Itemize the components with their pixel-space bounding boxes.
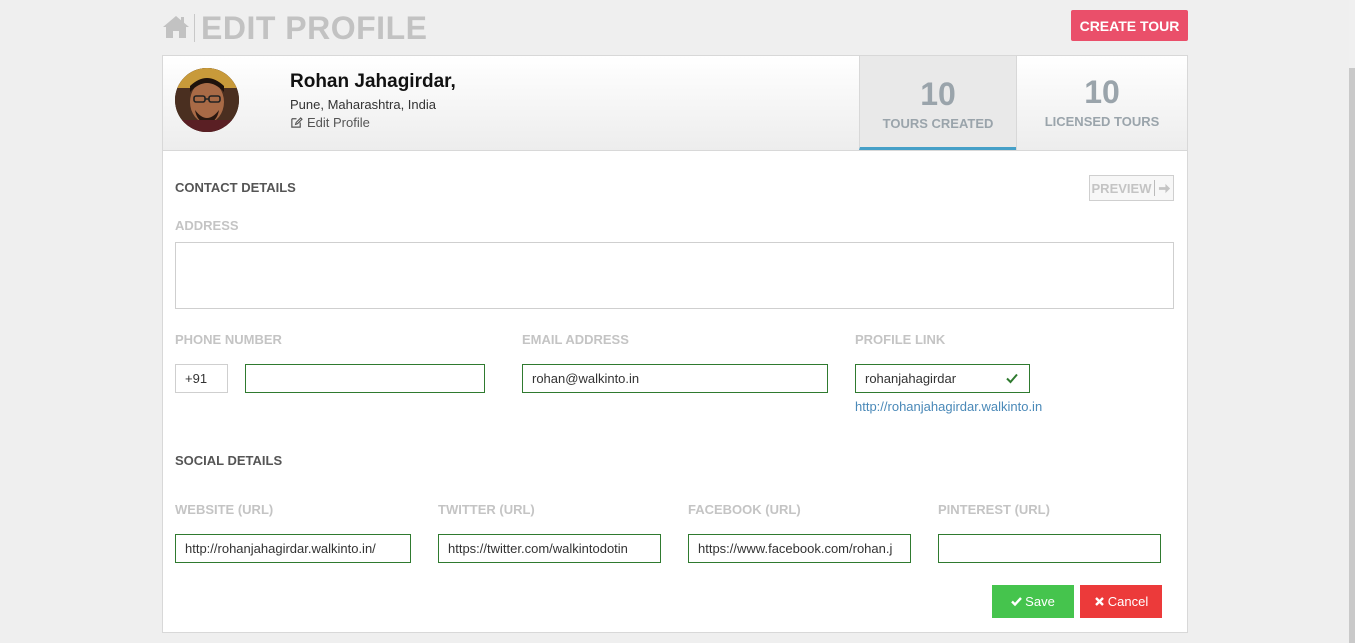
scrollbar-thumb[interactable] [1349,68,1355,643]
tours-created-count: 10 [920,76,956,112]
profile-link-field[interactable] [855,364,1030,393]
website-url-field[interactable] [175,534,411,563]
facebook-url-field[interactable] [688,534,911,563]
facebook-url-label: FACEBOOK (URL) [688,502,801,517]
profile-link-label: PROFILE LINK [855,332,946,347]
address-field[interactable] [175,242,1174,309]
profile-url-link[interactable]: http://rohanjahagirdar.walkinto.in [855,399,1042,414]
twitter-url-field[interactable] [438,534,661,563]
top-bar: EDIT PROFILE CREATE TOUR [162,10,1188,46]
tab-licensed-tours[interactable]: 10 LICENSED TOURS [1016,56,1187,150]
licensed-tours-count: 10 [1084,74,1120,110]
user-location: Pune, Maharashtra, India [290,97,436,112]
cancel-button[interactable]: Cancel [1080,585,1162,618]
edit-icon [291,117,303,128]
cancel-label: Cancel [1107,594,1149,609]
profile-card: Rohan Jahagirdar, Pune, Maharashtra, Ind… [162,55,1188,633]
preview-button[interactable]: PREVIEW [1089,175,1174,201]
preview-separator [1154,180,1156,196]
save-button[interactable]: Save [992,585,1074,618]
user-name: Rohan Jahagirdar, [290,71,456,92]
twitter-url-label: TWITTER (URL) [438,502,535,517]
social-details-heading: SOCIAL DETAILS [175,453,283,468]
cancel-x-icon [1094,597,1104,606]
check-icon [1006,373,1018,384]
home-icon[interactable] [162,14,190,40]
page-title: EDIT PROFILE [201,10,428,46]
preview-label: PREVIEW [1091,180,1152,196]
tab-tours-created[interactable]: 10 TOURS CREATED [859,56,1016,150]
phone-number-field[interactable] [245,364,485,393]
tours-created-label: TOURS CREATED [882,116,994,131]
pinterest-url-field[interactable] [938,534,1161,563]
save-check-icon [1011,597,1023,607]
email-address-label: EMAIL ADDRESS [522,332,629,347]
edit-profile-link[interactable]: Edit Profile [290,115,370,130]
profile-header: Rohan Jahagirdar, Pune, Maharashtra, Ind… [163,56,1187,151]
pinterest-url-label: PINTEREST (URL) [938,502,1050,517]
licensed-tours-label: LICENSED TOURS [1044,114,1160,129]
phone-country-code[interactable] [175,364,228,393]
address-label: ADDRESS [175,218,239,233]
edit-profile-label: Edit Profile [307,115,370,130]
contact-details-heading: CONTACT DETAILS [175,180,296,195]
save-label: Save [1025,594,1055,609]
email-field[interactable] [522,364,828,393]
create-tour-button[interactable]: CREATE TOUR [1071,10,1188,41]
phone-number-label: PHONE NUMBER [175,332,282,347]
website-url-label: WEBSITE (URL) [175,502,274,517]
title-divider [194,14,195,42]
avatar [175,68,239,132]
arrow-right-icon [1159,183,1171,193]
